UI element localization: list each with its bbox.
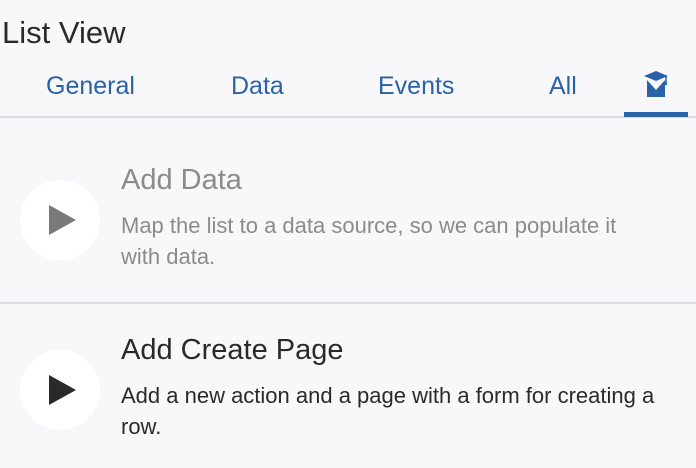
item-description: Add a new action and a page with a form …: [121, 383, 655, 439]
graduation-cap-icon: [644, 71, 668, 97]
tab-data[interactable]: Data: [231, 70, 284, 102]
list-view-panel: List View General Data Events All Add Da…: [0, 0, 696, 468]
play-icon: [49, 205, 76, 235]
tab-bar: General Data Events All: [0, 62, 696, 118]
play-button[interactable]: [20, 350, 100, 430]
item-heading[interactable]: Add Create Page: [121, 332, 343, 368]
list-item-add-create-page: Add Create Page Add a new action and a p…: [0, 306, 696, 468]
play-icon: [49, 375, 76, 405]
tab-events[interactable]: Events: [378, 70, 454, 102]
panel-title: List View: [2, 15, 126, 50]
tab-general[interactable]: General: [46, 70, 135, 102]
item-heading[interactable]: Add Data: [121, 162, 242, 198]
tab-all[interactable]: All: [549, 70, 577, 102]
active-tab-indicator: [624, 112, 688, 117]
play-button[interactable]: [20, 180, 100, 260]
list-item-add-data: Add Data Map the list to a data source, …: [0, 120, 696, 304]
item-description: Map the list to a data source, so we can…: [121, 213, 617, 269]
tab-learn[interactable]: [624, 62, 688, 117]
